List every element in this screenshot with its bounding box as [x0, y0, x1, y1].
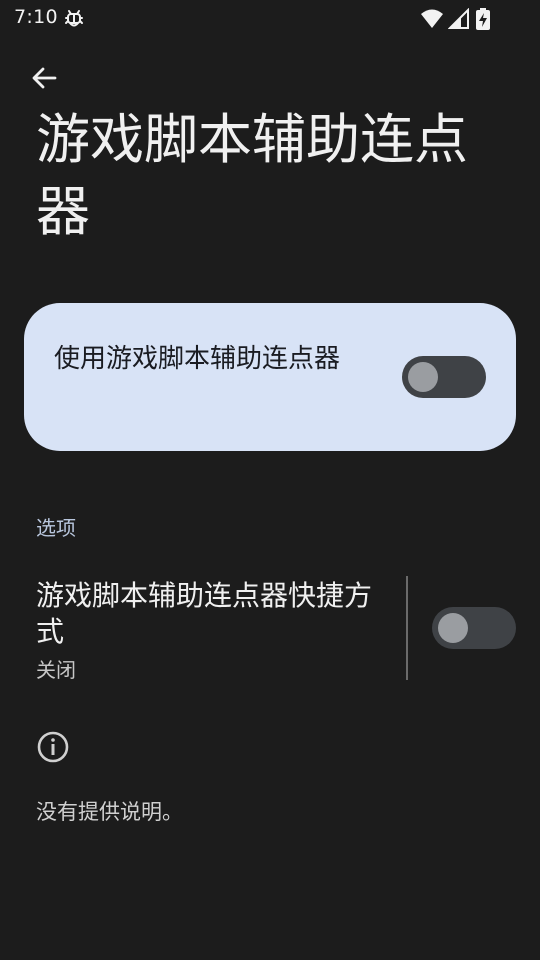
info-icon: [37, 731, 69, 763]
switch-thumb: [438, 613, 468, 643]
bug-icon: [65, 10, 83, 27]
switch-thumb: [408, 362, 438, 392]
back-button[interactable]: [24, 58, 64, 98]
status-icons: [420, 8, 500, 30]
main-toggle-card[interactable]: 使用游戏脚本辅助连点器: [24, 303, 516, 451]
status-bar: 7:10: [0, 0, 540, 36]
main-toggle-switch[interactable]: [402, 356, 486, 398]
description-text: 没有提供说明。: [36, 800, 183, 824]
wifi-icon: [421, 9, 443, 28]
shortcut-title: 游戏脚本辅助连点器快捷方式: [36, 579, 373, 648]
page-title: 游戏脚本辅助连点器: [36, 108, 468, 243]
shortcut-summary: 关闭: [36, 658, 76, 682]
shortcut-setting-row[interactable]: 游戏脚本辅助连点器快捷方式 关闭: [0, 568, 540, 688]
shortcut-toggle-switch[interactable]: [432, 607, 516, 649]
arrow-back-icon: [32, 67, 57, 89]
status-time: 7:10: [14, 6, 58, 28]
signal-icon: [448, 8, 469, 29]
main-toggle-label: 使用游戏脚本辅助连点器: [54, 344, 341, 374]
battery-charging-icon: [476, 8, 490, 30]
section-header-options: 选项: [36, 516, 76, 540]
divider: [406, 576, 408, 680]
